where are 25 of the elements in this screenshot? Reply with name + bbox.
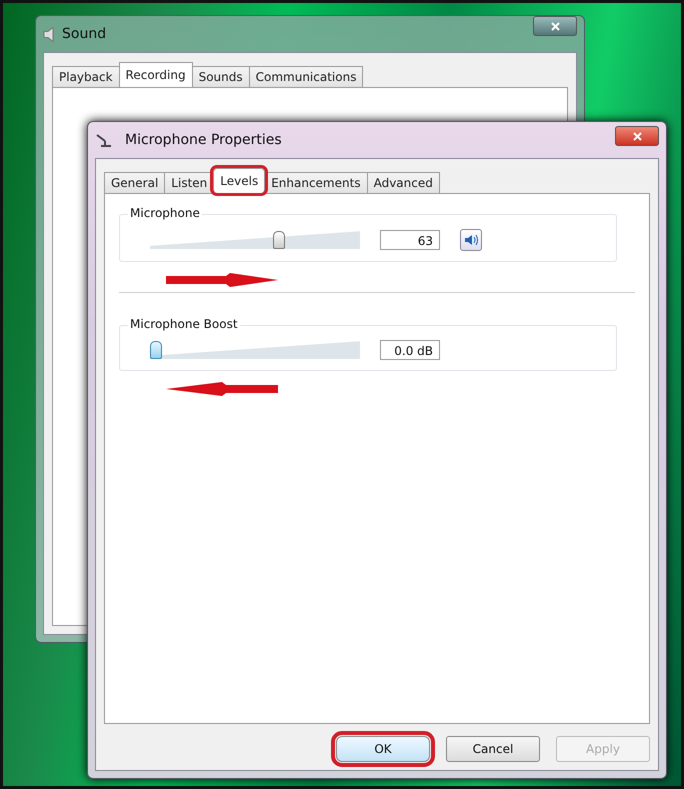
close-button[interactable]	[533, 16, 577, 36]
speaker-icon	[464, 234, 478, 246]
dialog-button[interactable]: Cancel	[446, 736, 540, 762]
tab[interactable]: Playback	[52, 66, 120, 87]
speaker-button[interactable]	[460, 229, 482, 251]
group-label: Microphone Boost	[128, 317, 240, 331]
tab[interactable]: Levels	[213, 168, 266, 193]
speaker-icon	[43, 26, 54, 42]
window-title: Sound	[62, 26, 106, 42]
level-value-field[interactable]: 63	[380, 230, 440, 250]
close-button[interactable]	[615, 126, 659, 146]
tab[interactable]: General	[104, 172, 166, 193]
group-label: Microphone	[128, 206, 202, 220]
tab[interactable]: Communications	[248, 66, 364, 87]
tab[interactable]: Recording	[118, 62, 193, 87]
level-slider[interactable]	[150, 341, 360, 359]
level-value-field[interactable]: 0.0 dB	[380, 340, 440, 360]
slider-thumb[interactable]	[150, 341, 162, 359]
tab[interactable]: Enhancements	[264, 172, 368, 193]
tab[interactable]: Advanced	[366, 172, 440, 193]
window-title: Microphone Properties	[125, 132, 282, 148]
slider-thumb[interactable]	[273, 231, 286, 249]
close-icon	[632, 132, 642, 140]
tab[interactable]: Sounds	[192, 66, 250, 87]
close-icon	[550, 22, 560, 30]
